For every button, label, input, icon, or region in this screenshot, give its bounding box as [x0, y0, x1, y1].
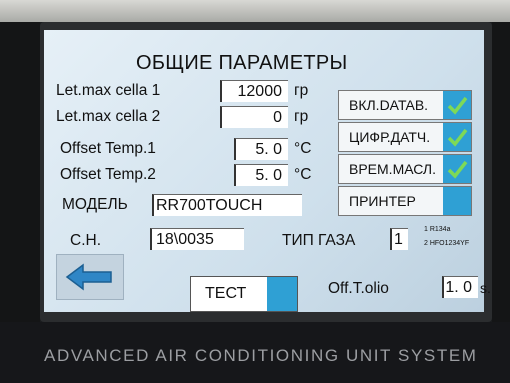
check-icon	[443, 91, 471, 119]
temp2-unit: °C	[294, 166, 312, 183]
check-icon	[443, 155, 471, 183]
toggle-digital-sensor-button[interactable]: ЦИФР.ДАТЧ.	[338, 122, 472, 152]
back-button[interactable]	[56, 254, 124, 300]
oil-offset-label: Off.T.olio	[328, 280, 389, 297]
touch-screen: ОБЩИЕ ПАРАМЕТРЫ Let.max cella 1 12000 гр…	[44, 30, 491, 312]
test-indicator	[267, 277, 297, 311]
toggle-digital-sensor-label: ЦИФР.ДАТЧ.	[349, 129, 431, 145]
toggle-oil-time-label: ВРЕМ.МАСЛ.	[349, 161, 436, 177]
serial-label: С.Н.	[70, 232, 101, 249]
model-value-field[interactable]: RR700TOUCH	[152, 194, 302, 216]
toggle-printer-button[interactable]: ПРИНТЕР	[338, 186, 472, 216]
toggle-database-button[interactable]: ВКЛ.DATAB.	[338, 90, 472, 120]
temp2-value-field[interactable]: 5. 0	[234, 164, 288, 186]
device-bezel-left	[0, 22, 40, 322]
param-label-temp2: Offset Temp.2	[60, 166, 156, 183]
device-bezel-right	[492, 22, 510, 322]
oil-offset-field[interactable]: 1. 0	[442, 276, 478, 298]
gas-option-2: 2 HFO1234YF	[424, 240, 470, 247]
cella2-value-field[interactable]: 0	[220, 106, 288, 128]
temp1-unit: °C	[294, 140, 312, 157]
page-title: ОБЩИЕ ПАРАМЕТРЫ	[136, 52, 348, 74]
gas-option-1: 1 R134a	[424, 226, 451, 233]
cella1-value-field[interactable]: 12000	[220, 80, 288, 102]
test-button-label: ТЕСТ	[205, 285, 247, 302]
toggle-oil-time-button[interactable]: ВРЕМ.МАСЛ.	[338, 154, 472, 184]
test-button[interactable]: ТЕСТ	[190, 276, 298, 312]
toggle-printer-label: ПРИНТЕР	[349, 193, 416, 209]
check-icon	[443, 123, 471, 151]
param-label-cella1: Let.max cella 1	[56, 82, 161, 99]
cella2-unit: гр	[294, 108, 309, 125]
device-brand-text: ADVANCED AIR CONDITIONING UNIT SYSTEM	[44, 346, 478, 365]
toggle-database-label: ВКЛ.DATAB.	[349, 97, 429, 113]
gas-type-label: ТИП ГАЗА	[282, 232, 356, 249]
device-bezel-top	[0, 0, 510, 22]
param-label-temp1: Offset Temp.1	[60, 140, 156, 157]
serial-value-field[interactable]: 18\0035	[150, 228, 244, 250]
oil-offset-unit: s.	[480, 280, 491, 296]
model-label: МОДЕЛЬ	[62, 196, 128, 213]
cella1-unit: гр	[294, 82, 309, 99]
back-arrow-icon	[65, 263, 112, 291]
gas-type-field[interactable]: 1	[390, 228, 408, 250]
checkbox-empty	[443, 187, 471, 215]
temp1-value-field[interactable]: 5. 0	[234, 138, 288, 160]
param-label-cella2: Let.max cella 2	[56, 108, 161, 125]
